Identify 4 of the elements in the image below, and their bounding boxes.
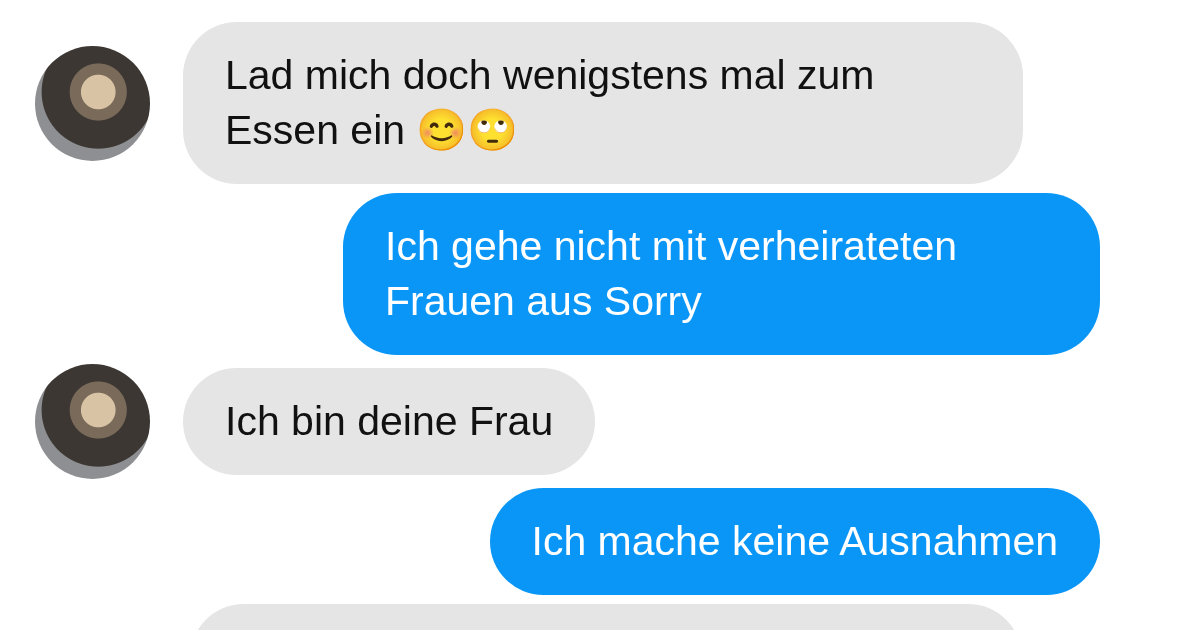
message-bubble: Lad mich doch wenigstens mal zum Essen ein 😊🙄 <box>183 22 1023 184</box>
message-bubble: Ich mache keine Ausnahmen <box>489 488 1100 595</box>
message-bubble: Ich gehe nicht mit verheirateten Frauen aus Sorry <box>343 193 1100 355</box>
message-bubble: Ich bin deine Frau <box>183 368 596 475</box>
